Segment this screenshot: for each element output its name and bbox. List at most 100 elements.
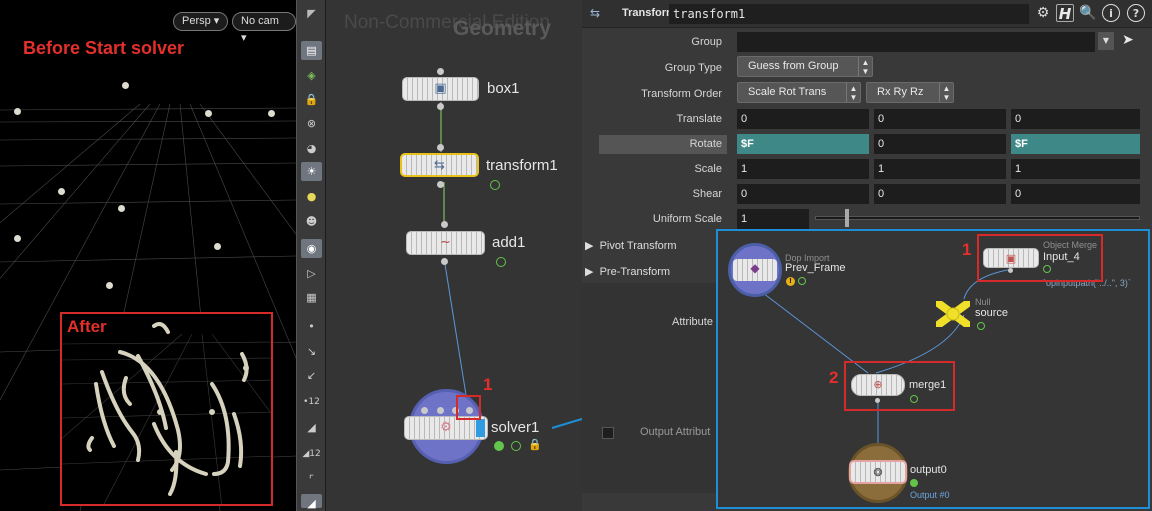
solver-inner-network[interactable]: ◆ Dop Import Prev_Frame ! ▣ Object Merge… [716, 229, 1150, 509]
transform-order-value: Scale Rot Trans [748, 86, 827, 98]
object-merge-highlight [977, 234, 1103, 282]
transform1-node[interactable]: ⇆ [400, 153, 479, 177]
solver1-input-dot-2[interactable] [437, 407, 444, 414]
info-icon[interactable]: i [1102, 4, 1120, 22]
group-type-menu[interactable]: Guess from Group ▲ ▼ [737, 56, 873, 77]
rotate-x-field[interactable]: $F [737, 134, 869, 154]
uniform-scale-field[interactable]: 1 [737, 209, 809, 229]
view-icon[interactable]: ▷ [301, 264, 322, 283]
add1-node[interactable]: ∼ [406, 231, 485, 255]
rotate-order-menu[interactable]: Rx Ry Rz ▲ ▼ [866, 82, 954, 103]
perspective-menu[interactable]: Persp ▾ [173, 12, 229, 31]
scale-z-field[interactable]: 1 [1011, 159, 1140, 179]
vector-icon[interactable]: ↙ [301, 366, 322, 385]
after-caption: After [67, 317, 107, 336]
node-name-field[interactable]: transform1 [669, 4, 1029, 24]
transform1-input-dot[interactable] [437, 144, 444, 151]
shear-z-field[interactable]: 0 [1011, 184, 1140, 204]
select-tool-icon[interactable]: ▤ [301, 41, 322, 60]
warning-icon: ! [786, 277, 795, 286]
prim-icon[interactable]: ◢ [301, 418, 322, 437]
help-icon[interactable]: ? [1127, 4, 1145, 22]
null-flag[interactable] [977, 322, 985, 330]
help-h-icon[interactable]: H [1056, 4, 1074, 23]
box-icon: ▣ [434, 81, 447, 96]
lock-icon[interactable]: 🔒 [301, 90, 322, 109]
prim-number-icon[interactable]: ◢12 [301, 445, 322, 464]
shear-x-field[interactable]: 0 [737, 184, 869, 204]
add1-input-dot[interactable] [441, 221, 448, 228]
bound-icon[interactable]: ⌜ [301, 470, 322, 489]
snap-icon[interactable]: ◈ [301, 66, 322, 85]
particle-point [14, 235, 21, 242]
solver1-render-flag[interactable] [511, 441, 521, 451]
shear-label: Shear [692, 188, 722, 200]
scale-y-field[interactable]: 1 [874, 159, 1006, 179]
particle-point [118, 205, 125, 212]
box1-output-dot[interactable] [437, 103, 444, 110]
output0-node[interactable]: ❂ [849, 460, 907, 484]
skull-icon[interactable]: ☻ [301, 212, 322, 231]
bulb-icon[interactable]: ● [301, 187, 322, 206]
scale-x-field[interactable]: 1 [737, 159, 869, 179]
shear-y-field[interactable]: 0 [874, 184, 1006, 204]
output0-flag[interactable] [910, 479, 918, 487]
output0-sub: Output #0 [910, 490, 950, 500]
template-icon[interactable]: ◢ [301, 494, 322, 510]
solver1-display-flag[interactable] [494, 441, 504, 451]
scale-label: Scale [694, 163, 722, 175]
add1-output-dot[interactable] [441, 258, 448, 265]
normal-icon[interactable]: ↘ [301, 342, 322, 361]
pivot-transform-folder[interactable]: ▶ Pivot Transform [585, 239, 725, 252]
search-icon[interactable]: 🔍 [1079, 4, 1097, 22]
solver-bypass-strip [476, 419, 485, 437]
null-node[interactable] [934, 299, 972, 329]
transform1-output-dot[interactable] [437, 181, 444, 188]
transform1-display-flag[interactable] [490, 180, 500, 190]
uniform-scale-slider-track[interactable] [815, 216, 1140, 220]
x-ray-icon[interactable]: ⊗ [301, 114, 322, 133]
pre-transform-folder[interactable]: ▶ Pre-Transform [585, 265, 725, 278]
shade-icon[interactable]: ◕ [301, 139, 322, 158]
camera-icon[interactable]: ◉ [301, 239, 322, 258]
particle-point [122, 82, 129, 89]
light-icon[interactable]: ☀ [301, 162, 322, 181]
box1-node[interactable]: ▣ [402, 77, 479, 101]
box1-input-dot[interactable] [437, 68, 444, 75]
add1-display-flag[interactable] [496, 257, 506, 267]
lock-icon[interactable]: 🔒 [528, 438, 542, 451]
group-label: Group [691, 36, 722, 48]
input-highlight-box [456, 395, 481, 420]
viewport-3d[interactable]: Persp ▾ No cam ▾ Before Start solver Aft… [0, 0, 296, 511]
output-attribute-label: Output Attribut [640, 426, 711, 438]
transform-type-icon: ⇆ [590, 6, 601, 20]
output-icon: ❂ [873, 466, 883, 479]
null-type: Null [975, 297, 991, 307]
arrow-select-icon[interactable]: ➤ [1122, 32, 1134, 48]
uniform-scale-slider-handle[interactable] [845, 209, 849, 227]
dop-import-icon: ◆ [750, 261, 760, 275]
prev-frame-flag[interactable] [798, 277, 806, 285]
output-attrib-checkbox[interactable] [602, 427, 614, 439]
transform1-label: transform1 [486, 157, 558, 174]
point-icon[interactable]: • [301, 317, 322, 336]
prev-frame-node[interactable]: ◆ [728, 243, 782, 297]
before-caption: Before Start solver [23, 38, 185, 58]
solver1-input-dot-1[interactable] [421, 407, 428, 414]
rotate-z-field[interactable]: $F [1011, 134, 1140, 154]
gear-icon[interactable]: ⚙ [1034, 4, 1052, 22]
group-field[interactable] [737, 32, 1095, 52]
translate-z-field[interactable]: 0 [1011, 109, 1140, 129]
camera-menu[interactable]: No cam ▾ [232, 12, 296, 44]
point-number-icon[interactable]: •12 [301, 393, 322, 412]
particle-point [14, 108, 21, 115]
transform-order-menu[interactable]: Scale Rot Trans ▲ ▼ [737, 82, 861, 103]
corner-arrow-icon: ◤ [307, 7, 316, 20]
group-dropdown[interactable]: ▼ [1098, 32, 1114, 50]
translate-y-field[interactable]: 0 [874, 109, 1006, 129]
rotate-y-field[interactable]: 0 [874, 134, 1006, 154]
translate-x-field[interactable]: 0 [737, 109, 869, 129]
display-icon[interactable]: ▦ [301, 288, 322, 307]
rotate-order-value: Rx Ry Rz [877, 86, 924, 98]
group-type-value: Guess from Group [748, 60, 839, 72]
